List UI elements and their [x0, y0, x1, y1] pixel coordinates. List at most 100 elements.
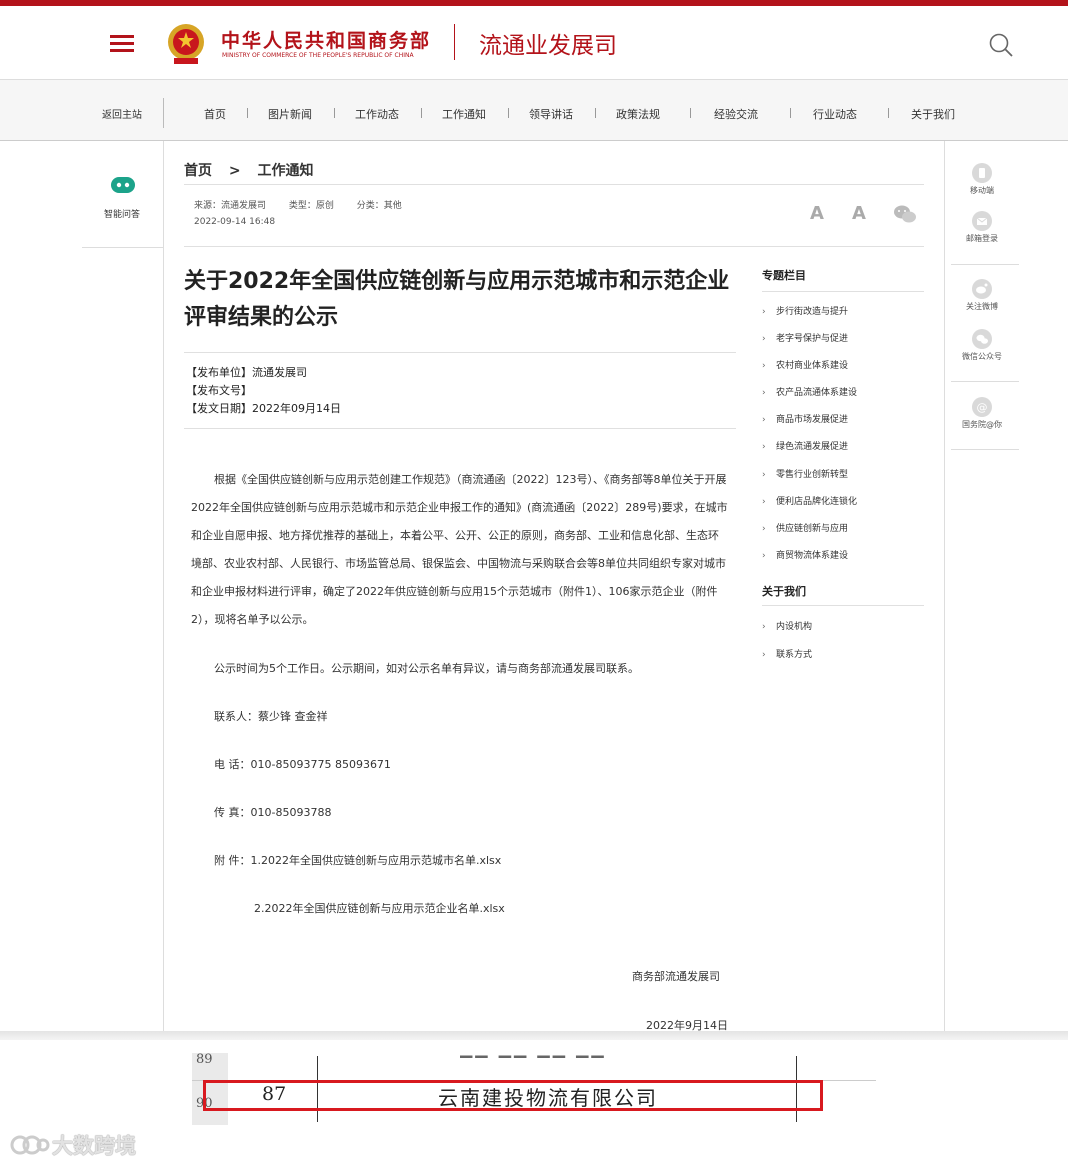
weibo-icon: [972, 279, 992, 299]
breadcrumb: 首页 > 工作通知: [184, 160, 325, 180]
sidebar-topic-label: 农村商业体系建设: [776, 361, 849, 371]
rail-divider: [82, 247, 164, 248]
section-shadow-separator: [0, 1031, 1068, 1040]
chevron-right-icon: ›: [762, 442, 766, 452]
sidebar-topic-label: 绿色流通发展促进: [776, 442, 849, 452]
chevron-right-icon: ›: [762, 388, 766, 398]
wechat-share-icon[interactable]: [893, 204, 917, 224]
meta-category: 分类：其他: [356, 201, 402, 211]
national-emblem-icon: [168, 24, 204, 64]
sidebar-topic-item[interactable]: › 零售行业创新转型: [762, 467, 848, 480]
chevron-right-icon: ›: [762, 307, 766, 317]
spreadsheet-excerpt: 89 90 ▄▄ ▄▄ ▄▄ ▄▄ 87 云南建投物流有限公司: [0, 1040, 1068, 1166]
sidebar-topic-item[interactable]: › 便利店品牌化连锁化: [762, 494, 857, 507]
sidebar-divider: [762, 605, 924, 606]
nav-separator: [247, 108, 248, 118]
attachment-1-link[interactable]: 附 件：1.2022年全国供应链创新与应用示范城市名单.xlsx: [214, 852, 501, 868]
search-icon[interactable]: [988, 32, 1014, 58]
chevron-right-icon: ›: [762, 650, 766, 660]
meta-divider: [184, 246, 924, 247]
chevron-right-icon: ›: [762, 497, 766, 507]
nav-separator: [595, 108, 596, 118]
nav-item-industry-news[interactable]: 行业动态: [813, 106, 857, 122]
font-size-small-button[interactable]: A: [852, 203, 866, 224]
sidebar-topic-label: 老字号保护与促进: [776, 334, 849, 344]
chevron-right-icon: ›: [762, 524, 766, 534]
at-sign-icon: @: [972, 397, 992, 417]
sidebar-about-label: 联系方式: [776, 650, 813, 660]
sidebar-about-item[interactable]: › 内设机构: [762, 619, 812, 632]
hamburger-menu-icon[interactable]: [110, 33, 134, 53]
nav-item-home[interactable]: 首页: [204, 106, 226, 122]
meta-type: 类型：原创: [288, 201, 334, 211]
cut-off-previous-row: ▄▄ ▄▄ ▄▄ ▄▄: [460, 1046, 607, 1058]
pub-divider: [184, 428, 736, 429]
sidebar-topic-item[interactable]: › 农村商业体系建设: [762, 358, 848, 371]
rail-mail[interactable]: 邮箱登录: [945, 211, 1019, 244]
rail-wechat[interactable]: 微信公众号: [945, 329, 1019, 362]
sidebar-topic-label: 步行街改造与提升: [776, 307, 849, 317]
sidebar-topic-item[interactable]: › 步行街改造与提升: [762, 304, 848, 317]
rail-weibo-label: 关注微博: [966, 302, 998, 311]
watermark-logo-icon: [10, 1135, 50, 1155]
nav-back-to-main-site[interactable]: 返回主站: [102, 106, 142, 121]
contact-phone: 电 话：010-85093775 85093671: [214, 758, 391, 771]
sidebar-about-heading: 关于我们: [762, 585, 806, 598]
chevron-right-icon: ›: [762, 622, 766, 632]
rail-divider: [951, 449, 1019, 450]
mobile-icon: [972, 163, 992, 183]
nav-item-about-us[interactable]: 关于我们: [911, 106, 955, 122]
nav-separator: [888, 108, 889, 118]
chevron-right-icon: ›: [762, 361, 766, 371]
pub-number: 【发布文号】: [186, 384, 252, 397]
department-name[interactable]: 流通业发展司: [479, 26, 617, 60]
sidebar-topic-label: 商贸物流体系建设: [776, 551, 849, 561]
nav-item-experience[interactable]: 经验交流: [714, 106, 758, 122]
rail-gov[interactable]: @ 国务院@你: [945, 397, 1019, 430]
site-header: 中华人民共和国商务部 MINISTRY OF COMMERCE OF THE P…: [0, 6, 1068, 80]
sidebar-topic-item[interactable]: › 供应链创新与应用: [762, 521, 848, 534]
nav-item-leader-speeches[interactable]: 领导讲话: [529, 106, 573, 122]
header-divider: [454, 24, 455, 60]
nav-item-work-notices[interactable]: 工作通知: [442, 106, 486, 122]
nav-item-work-updates[interactable]: 工作动态: [355, 106, 399, 122]
main-nav: 返回主站 首页 图片新闻 工作动态 工作通知 领导讲话 政策法规 经验交流 行业…: [0, 80, 1068, 141]
nav-separator: [790, 108, 791, 118]
sidebar-topic-item[interactable]: › 商品市场发展促进: [762, 412, 848, 425]
article-paragraph-notice: 公示时间为5个工作日。公示期间，如对公示名单有异议，请与商务部流通发展司联系。: [214, 662, 639, 675]
sidebar-topic-item[interactable]: › 绿色流通发展促进: [762, 439, 848, 452]
sidebar-topic-item[interactable]: › 农产品流通体系建设: [762, 385, 857, 398]
rail-weibo[interactable]: 关注微博: [945, 279, 1019, 312]
ministry-name-cn[interactable]: 中华人民共和国商务部: [221, 26, 431, 53]
publication-info: 【发布单位】流通发展司 【发布文号】 【发文日期】2022年09月14日: [186, 364, 341, 418]
chevron-right-icon: ›: [762, 470, 766, 480]
pub-unit: 【发布单位】流通发展司: [186, 366, 307, 379]
rail-mobile[interactable]: 移动端: [945, 163, 1019, 196]
article-paragraph-main: 根据《全国供应链创新与应用示范创建工作规范》（商流通函〔2022〕123号）、《…: [191, 473, 728, 626]
rail-divider: [951, 381, 1019, 382]
nav-item-policies[interactable]: 政策法规: [616, 106, 660, 122]
robot-chat-icon[interactable]: [110, 175, 136, 195]
sidebar-divider: [762, 291, 924, 292]
mail-icon: [972, 211, 992, 231]
row-number: 89: [196, 1052, 213, 1067]
chevron-right-icon: ›: [762, 551, 766, 561]
breadcrumb-current[interactable]: 工作通知: [257, 163, 313, 179]
nav-item-photo-news[interactable]: 图片新闻: [268, 106, 312, 122]
attachment-2-link[interactable]: 2.2022年全国供应链创新与应用示范企业名单.xlsx: [254, 900, 505, 916]
chevron-right-icon: ›: [762, 415, 766, 425]
smart-qa-label[interactable]: 智能问答: [104, 207, 140, 220]
pub-date: 【发文日期】2022年09月14日: [186, 402, 341, 415]
sidebar-about-item[interactable]: › 联系方式: [762, 647, 812, 660]
breadcrumb-divider: [184, 184, 924, 185]
breadcrumb-home[interactable]: 首页: [184, 163, 212, 179]
sidebar-topic-label: 便利店品牌化连锁化: [776, 497, 858, 507]
sidebar-topic-item[interactable]: › 老字号保护与促进: [762, 331, 848, 344]
nav-divider: [163, 98, 164, 128]
sidebar-topic-item[interactable]: › 商贸物流体系建设: [762, 548, 848, 561]
sidebar-topics-heading: 专题栏目: [762, 269, 806, 282]
signature-department: 商务部流通发展司: [632, 970, 720, 983]
nav-separator: [508, 108, 509, 118]
font-size-large-button[interactable]: A: [810, 203, 824, 224]
rail-gov-label: 国务院@你: [962, 420, 1002, 429]
